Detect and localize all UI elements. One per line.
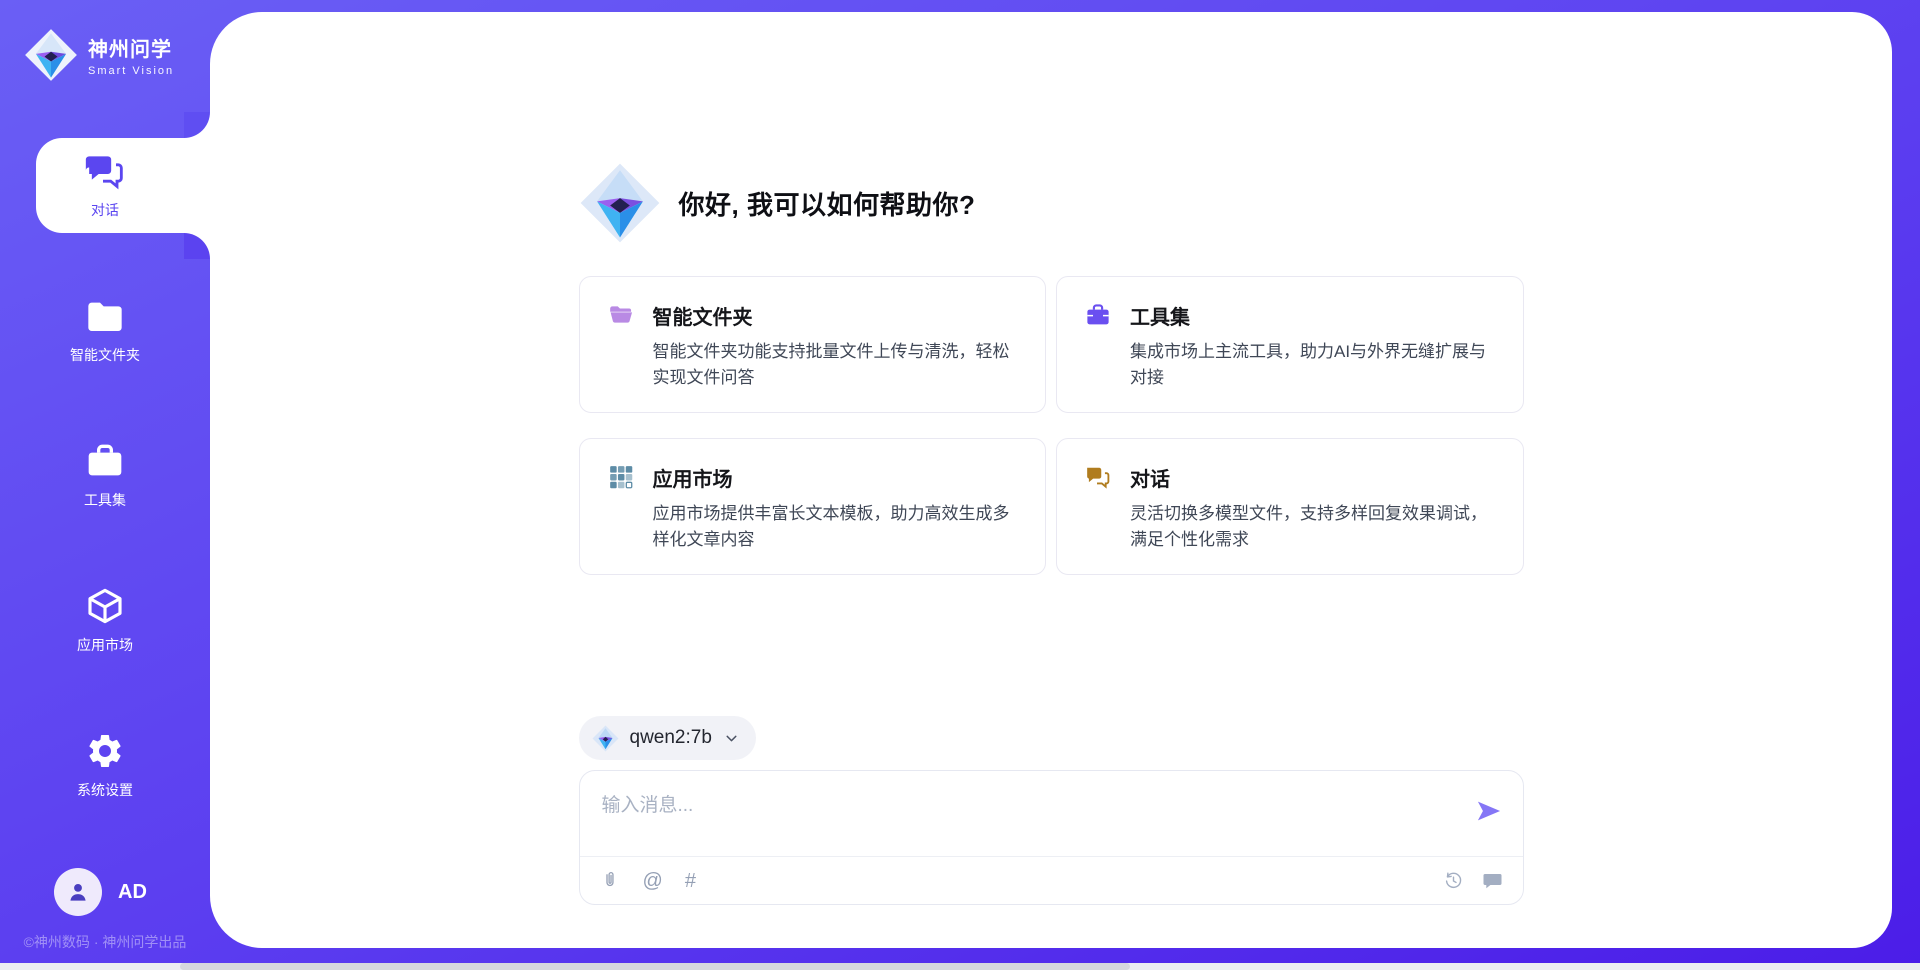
sidebar-item-label: 工具集	[84, 490, 126, 510]
sidebar-item-toolbox[interactable]: 工具集	[0, 428, 210, 523]
scrollbar-thumb[interactable]	[180, 963, 1130, 970]
send-icon	[1475, 797, 1503, 825]
chat-icon	[1085, 464, 1111, 490]
diamond-logo-icon	[24, 28, 78, 82]
send-button[interactable]	[1475, 797, 1503, 825]
user-initials: AD	[118, 881, 147, 904]
toolbox-icon	[1085, 302, 1111, 328]
diamond-logo-icon	[592, 725, 619, 752]
sidebar-nav: 对话 智能文件夹 工具集 应用市场	[0, 138, 210, 863]
feature-cards: 智能文件夹 智能文件夹功能支持批量文件上传与清洗，轻松实现文件问答 工具集 集成…	[579, 276, 1524, 575]
brand-subtitle: Smart Vision	[88, 65, 174, 77]
user-account[interactable]: AD	[0, 868, 210, 916]
composer-toolbar-right	[1443, 870, 1503, 891]
card-toolbox[interactable]: 工具集 集成市场上主流工具，助力AI与外界无缝扩展与对接	[1056, 276, 1524, 413]
at-icon[interactable]: @	[643, 871, 663, 891]
chat-bubble-icon[interactable]	[1482, 870, 1503, 891]
card-smart-folder[interactable]: 智能文件夹 智能文件夹功能支持批量文件上传与清洗，轻松实现文件问答	[579, 276, 1047, 413]
tab-fillet-bottom	[184, 233, 210, 259]
grid-icon	[608, 464, 634, 490]
paperclip-icon[interactable]	[600, 870, 621, 891]
card-title: 对话	[1130, 463, 1497, 492]
chat-icon	[85, 151, 125, 191]
composer-toolbar: @ #	[580, 857, 1523, 904]
card-title: 智能文件夹	[653, 301, 1020, 330]
folder-icon	[85, 296, 125, 336]
brand-logo: 神州问学 Smart Vision	[0, 0, 210, 92]
gear-icon	[85, 731, 125, 771]
sidebar-item-chat[interactable]: 对话	[0, 138, 210, 233]
sidebar-item-label: 应用市场	[77, 635, 133, 655]
model-selector[interactable]: qwen2:7b	[579, 716, 756, 760]
card-description: 灵活切换多模型文件，支持多样回复效果调试，满足个性化需求	[1130, 501, 1497, 552]
hash-icon[interactable]: #	[685, 871, 696, 891]
sidebar-item-label: 智能文件夹	[70, 345, 140, 365]
toolbox-icon	[85, 441, 125, 481]
sidebar: 神州问学 Smart Vision 对话 智能文件夹	[0, 0, 210, 970]
message-input[interactable]	[580, 771, 1523, 856]
sidebar-item-settings[interactable]: 系统设置	[0, 718, 210, 813]
person-icon	[65, 879, 91, 905]
tab-fillet-top	[184, 112, 210, 138]
card-description: 应用市场提供丰富长文本模板，助力高效生成多样化文章内容	[653, 501, 1020, 552]
sidebar-item-label: 对话	[91, 200, 119, 220]
greeting: 你好, 我可以如何帮助你?	[579, 162, 1524, 244]
card-chat[interactable]: 对话 灵活切换多模型文件，支持多样回复效果调试，满足个性化需求	[1056, 438, 1524, 575]
sidebar-item-app-market[interactable]: 应用市场	[0, 573, 210, 668]
brand-name: 神州问学	[88, 33, 174, 62]
diamond-logo-icon	[579, 162, 661, 244]
horizontal-scrollbar[interactable]	[0, 963, 1920, 970]
model-name: qwen2:7b	[630, 727, 712, 749]
spacer	[579, 575, 1524, 716]
main-content-panel: 你好, 我可以如何帮助你? 智能文件夹 智能文件夹功能支持批量文件上传与清洗，轻…	[210, 12, 1892, 948]
message-composer: @ #	[579, 770, 1524, 905]
sidebar-item-label: 系统设置	[77, 780, 133, 800]
history-icon[interactable]	[1443, 870, 1464, 891]
card-description: 集成市场上主流工具，助力AI与外界无缝扩展与对接	[1130, 339, 1497, 390]
greeting-title: 你好, 我可以如何帮助你?	[679, 185, 976, 222]
folder-icon	[608, 302, 634, 328]
avatar	[54, 868, 102, 916]
card-title: 应用市场	[653, 463, 1020, 492]
content-column: 你好, 我可以如何帮助你? 智能文件夹 智能文件夹功能支持批量文件上传与清洗，轻…	[579, 12, 1524, 948]
card-description: 智能文件夹功能支持批量文件上传与清洗，轻松实现文件问答	[653, 339, 1020, 390]
chevron-down-icon	[723, 730, 740, 747]
card-app-market[interactable]: 应用市场 应用市场提供丰富长文本模板，助力高效生成多样化文章内容	[579, 438, 1047, 575]
cube-icon	[85, 586, 125, 626]
card-title: 工具集	[1130, 301, 1497, 330]
sidebar-item-smart-folder[interactable]: 智能文件夹	[0, 283, 210, 378]
sidebar-bottom: AD ©神州数码 · 神州问学出品	[0, 868, 210, 970]
